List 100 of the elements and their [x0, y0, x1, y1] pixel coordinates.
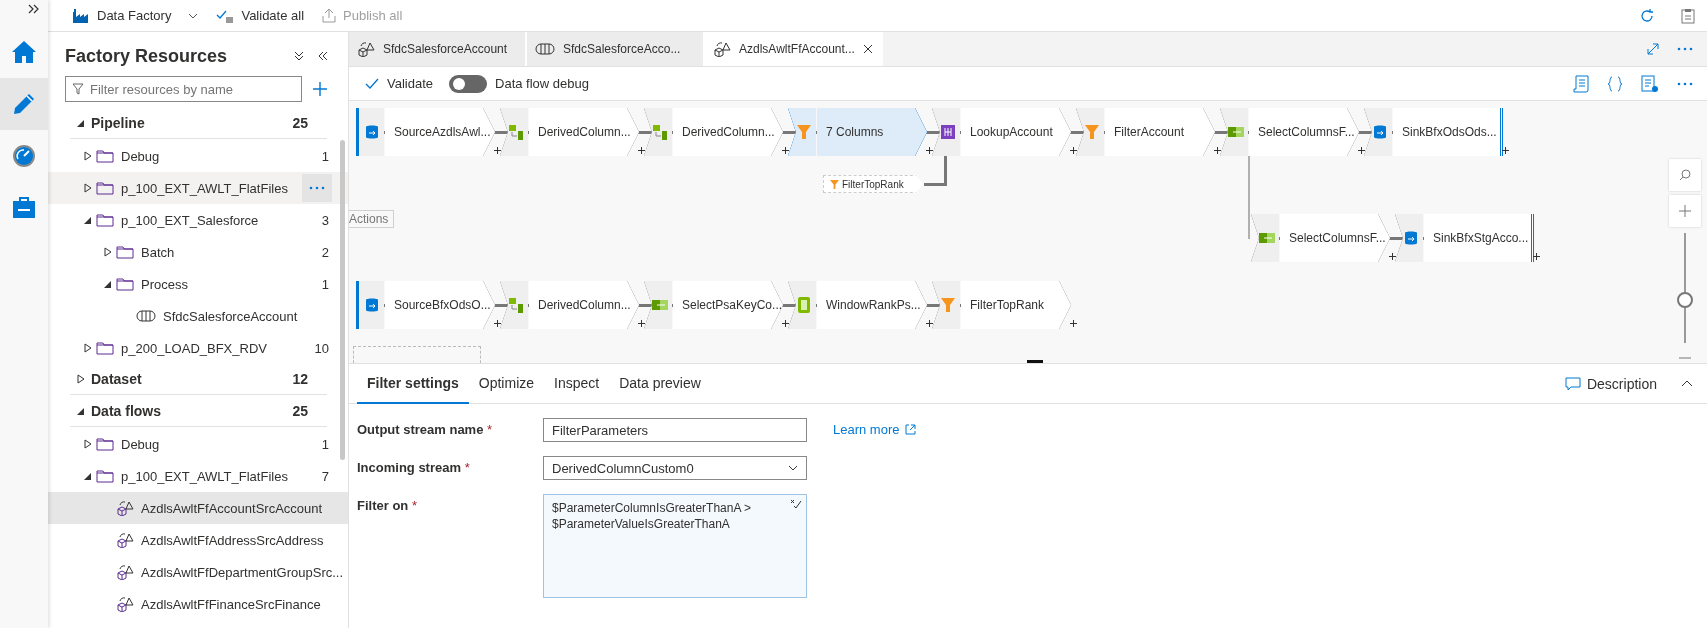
clear-icon[interactable]: [790, 499, 802, 509]
add-icon[interactable]: [1389, 253, 1396, 260]
nav-item[interactable]: [0, 78, 48, 130]
factory-selector[interactable]: Data Factory: [72, 7, 199, 24]
maximize-icon[interactable]: [1647, 43, 1659, 55]
factory-icon: [72, 7, 90, 24]
add-icon[interactable]: [926, 320, 933, 327]
add-icon[interactable]: [1358, 147, 1365, 154]
more-icon[interactable]: [1677, 81, 1693, 86]
search-icon: [1679, 169, 1691, 181]
expand-icon[interactable]: [28, 4, 40, 14]
database-icon: [364, 297, 379, 313]
text-field[interactable]: FilterParameters: [543, 418, 807, 442]
more-icon[interactable]: [1677, 47, 1693, 51]
settings-tab[interactable]: Filter settings: [357, 363, 469, 404]
clipboard-icon[interactable]: [1681, 7, 1695, 24]
select-icon: [1227, 126, 1245, 138]
folder-icon: [96, 437, 114, 451]
dataflow-icon: [713, 41, 731, 57]
item-count: 25: [292, 403, 308, 419]
debug-toggle[interactable]: [449, 74, 487, 93]
item-count: 1: [321, 276, 329, 292]
validate-button[interactable]: Validate: [365, 76, 433, 91]
lookup-icon: [940, 124, 956, 140]
add-icon[interactable]: [782, 320, 789, 327]
select-icon: [651, 299, 669, 311]
database-icon: [1404, 230, 1418, 246]
code-icon[interactable]: [1607, 75, 1623, 92]
learn-more-link[interactable]: Learn more: [833, 418, 917, 437]
pipeline-icon: [136, 309, 156, 323]
script-icon[interactable]: [1573, 74, 1589, 93]
tree-item[interactable]: p_100_EXT_AWLT_FlatFiles: [48, 172, 348, 204]
connector-line: [924, 156, 947, 186]
tree-item[interactable]: AzdlsAwltFfDepartmentGroupSrc...: [48, 556, 348, 588]
expression-field[interactable]: $ParameterColumnIsGreaterThanA > $ParameterValueIsGreaterThanA: [543, 494, 807, 598]
derived-column-icon: [652, 124, 668, 140]
field-label: Incoming stream *: [357, 459, 471, 475]
document-tab[interactable]: AzdlsAwltFfAccount...: [705, 32, 883, 66]
refresh-icon[interactable]: [1639, 7, 1655, 24]
settings-tab[interactable]: Inspect: [544, 363, 610, 404]
home-icon: [11, 40, 37, 64]
resize-handle[interactable]: [1027, 360, 1043, 363]
add-icon[interactable]: [638, 147, 645, 154]
upload-icon: [322, 8, 337, 23]
tree-item[interactable]: Data flows 25: [70, 396, 327, 427]
tree-item[interactable]: AzdlsAwltFfFinanceSrcFinance: [48, 588, 348, 620]
tree-item[interactable]: Process 1: [48, 268, 348, 300]
tree-item[interactable]: Pipeline 25: [70, 108, 327, 139]
add-icon[interactable]: [1533, 253, 1540, 260]
item-count: 25: [292, 115, 308, 131]
dropdown[interactable]: DerivedColumnCustom0: [543, 456, 807, 480]
external-link-icon: [905, 424, 917, 435]
tree-item[interactable]: AzdlsAwltFfAccountSrcAccount: [48, 492, 348, 524]
add-icon[interactable]: [782, 147, 789, 154]
folder-icon: [96, 181, 114, 195]
tree-item[interactable]: AzdlsAwltFfAddressSrcAddress: [48, 524, 348, 556]
dataflow-icon: [357, 41, 375, 57]
item-count: 2: [321, 244, 329, 260]
settings-tab[interactable]: Optimize: [468, 363, 545, 404]
tree-item[interactable]: Dataset 12: [70, 364, 327, 395]
dataflow-icon: [116, 532, 134, 548]
database-icon: [364, 124, 379, 140]
scrollbar[interactable]: [340, 140, 345, 460]
add-icon[interactable]: [494, 320, 501, 327]
filter-icon: [72, 83, 84, 95]
collapse-panel-icon[interactable]: [318, 51, 328, 61]
add-icon[interactable]: [638, 320, 645, 327]
folder-icon: [96, 149, 114, 163]
document-tab[interactable]: SfdcSalesforceAccount: [349, 32, 527, 66]
funnel-icon: [797, 124, 811, 140]
chevron-up-icon[interactable]: [1681, 380, 1693, 387]
properties-icon[interactable]: [1641, 74, 1659, 93]
tree-item[interactable]: p_200_LOAD_BFX_RDV 10: [48, 332, 348, 364]
tree-item[interactable]: p_100_EXT_AWLT_FlatFiles 7: [48, 460, 348, 492]
settings-tab[interactable]: Data preview: [609, 363, 711, 404]
item-count: 7: [321, 468, 329, 484]
validate-all-button[interactable]: Validate all: [216, 8, 305, 23]
folder-icon: [116, 277, 134, 291]
tree-item[interactable]: SfdcSalesforceAccount: [48, 300, 348, 332]
window-icon: [797, 296, 811, 314]
folder-icon: [116, 245, 134, 259]
tree-item[interactable]: p_100_EXT_Salesforce 3: [48, 204, 348, 236]
folder-icon: [96, 469, 114, 483]
add-icon[interactable]: [1070, 320, 1077, 327]
add-icon[interactable]: [1214, 147, 1221, 154]
collapse-all-icon[interactable]: [294, 51, 304, 61]
close-icon[interactable]: [863, 44, 873, 54]
tree-item[interactable]: Batch 2: [48, 236, 348, 268]
search-field[interactable]: Filter resources by name: [65, 76, 302, 102]
tree-item[interactable]: Debug 1: [48, 140, 348, 172]
add-icon[interactable]: [1070, 147, 1077, 154]
description-button[interactable]: Description: [1564, 375, 1657, 392]
add-icon[interactable]: [1502, 147, 1509, 154]
reference-node[interactable]: FilterTopRank: [823, 175, 923, 193]
add-icon[interactable]: [494, 147, 501, 154]
add-icon[interactable]: [926, 147, 933, 154]
funnel-icon: [830, 179, 839, 189]
checklist-icon: [216, 8, 235, 23]
document-tab[interactable]: SfdcSalesforceAcco...: [527, 32, 705, 66]
tree-item[interactable]: Debug 1: [48, 428, 348, 460]
